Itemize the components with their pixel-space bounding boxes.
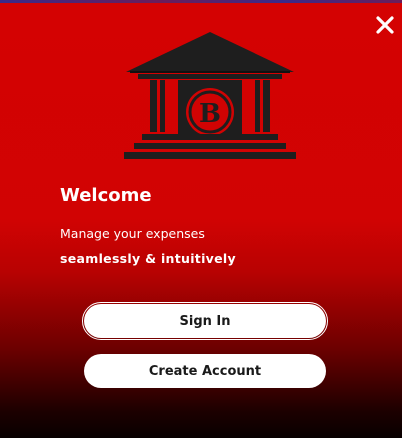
window-top-strip	[0, 0, 402, 3]
tagline-line-2: seamlessly & intuitively	[60, 251, 236, 266]
close-icon	[376, 16, 394, 34]
bank-logo: B	[120, 30, 300, 162]
welcome-title: Welcome	[60, 185, 152, 206]
create-account-button[interactable]: Create Account	[84, 354, 326, 388]
logo-letter: B	[199, 99, 221, 129]
bank-building-logo-icon: B	[124, 32, 296, 159]
sign-in-button[interactable]: Sign In	[82, 302, 328, 340]
tagline-line-1: Manage your expenses	[60, 226, 205, 241]
welcome-screen: B Welcome Manage your expenses seamlessl…	[0, 0, 402, 438]
close-button[interactable]	[372, 12, 398, 38]
